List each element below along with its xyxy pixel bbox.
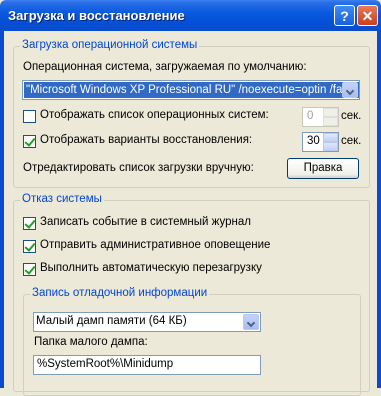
- show-recovery-unit: сек.: [341, 135, 362, 147]
- updown-icon[interactable]: [323, 133, 338, 151]
- show-recovery-seconds-value: 30: [307, 135, 320, 147]
- auto-restart-label: Выполнить автоматическую перезагрузку: [40, 262, 262, 274]
- edit-button[interactable]: Правка: [287, 158, 359, 179]
- help-button[interactable]: ?: [334, 5, 355, 26]
- window-title: Загрузка и восстановление: [8, 8, 185, 23]
- debug-group-title: Запись отладочной информации: [30, 287, 210, 299]
- send-alert-checkbox[interactable]: [23, 240, 36, 253]
- chevron-down-icon[interactable]: [243, 314, 259, 330]
- dump-type-select[interactable]: Малый дамп памяти (64 КБ): [33, 312, 261, 332]
- dump-folder-label: Папка малого дампа:: [34, 336, 148, 348]
- default-os-select[interactable]: "Microsoft Windows XP Professional RU" /…: [22, 80, 360, 100]
- default-os-value: "Microsoft Windows XP Professional RU" /…: [24, 82, 359, 98]
- dump-type-value: Малый дамп памяти (64 КБ): [36, 315, 187, 327]
- show-recovery-label: Отображать варианты восстановления:: [40, 134, 253, 146]
- close-button[interactable]: ✕: [357, 5, 378, 26]
- default-os-label: Операционная система, загружаемая по умо…: [23, 61, 307, 73]
- show-os-list-unit: сек.: [341, 110, 362, 122]
- chevron-down-icon[interactable]: [342, 82, 358, 98]
- show-recovery-checkbox[interactable]: [23, 135, 36, 148]
- write-event-checkbox[interactable]: [23, 217, 36, 230]
- title-bar: Загрузка и восстановление ? ✕: [0, 0, 381, 31]
- show-os-list-label: Отображать список операционных систем:: [40, 109, 269, 121]
- failure-group-title: Отказ системы: [20, 193, 104, 205]
- show-recovery-seconds[interactable]: 30: [302, 132, 339, 152]
- show-os-list-checkbox[interactable]: [23, 110, 36, 123]
- show-os-list-seconds[interactable]: 0: [302, 107, 339, 127]
- send-alert-label: Отправить административное оповещение: [40, 239, 271, 251]
- write-event-label: Записать событие в системный журнал: [40, 216, 251, 228]
- boot-group-title: Загрузка операционной системы: [20, 39, 200, 51]
- updown-icon[interactable]: [323, 108, 338, 126]
- auto-restart-checkbox[interactable]: [23, 263, 36, 276]
- dump-folder-value: %SystemRoot%\Minidump: [37, 358, 174, 370]
- window-frame-right: [377, 31, 381, 388]
- dump-folder-input[interactable]: %SystemRoot%\Minidump: [33, 355, 261, 375]
- edit-manual-label: Отредактировать список загрузки вручную:: [23, 162, 254, 174]
- window-frame-left: [0, 31, 4, 388]
- show-os-list-seconds-value: 0: [307, 110, 314, 122]
